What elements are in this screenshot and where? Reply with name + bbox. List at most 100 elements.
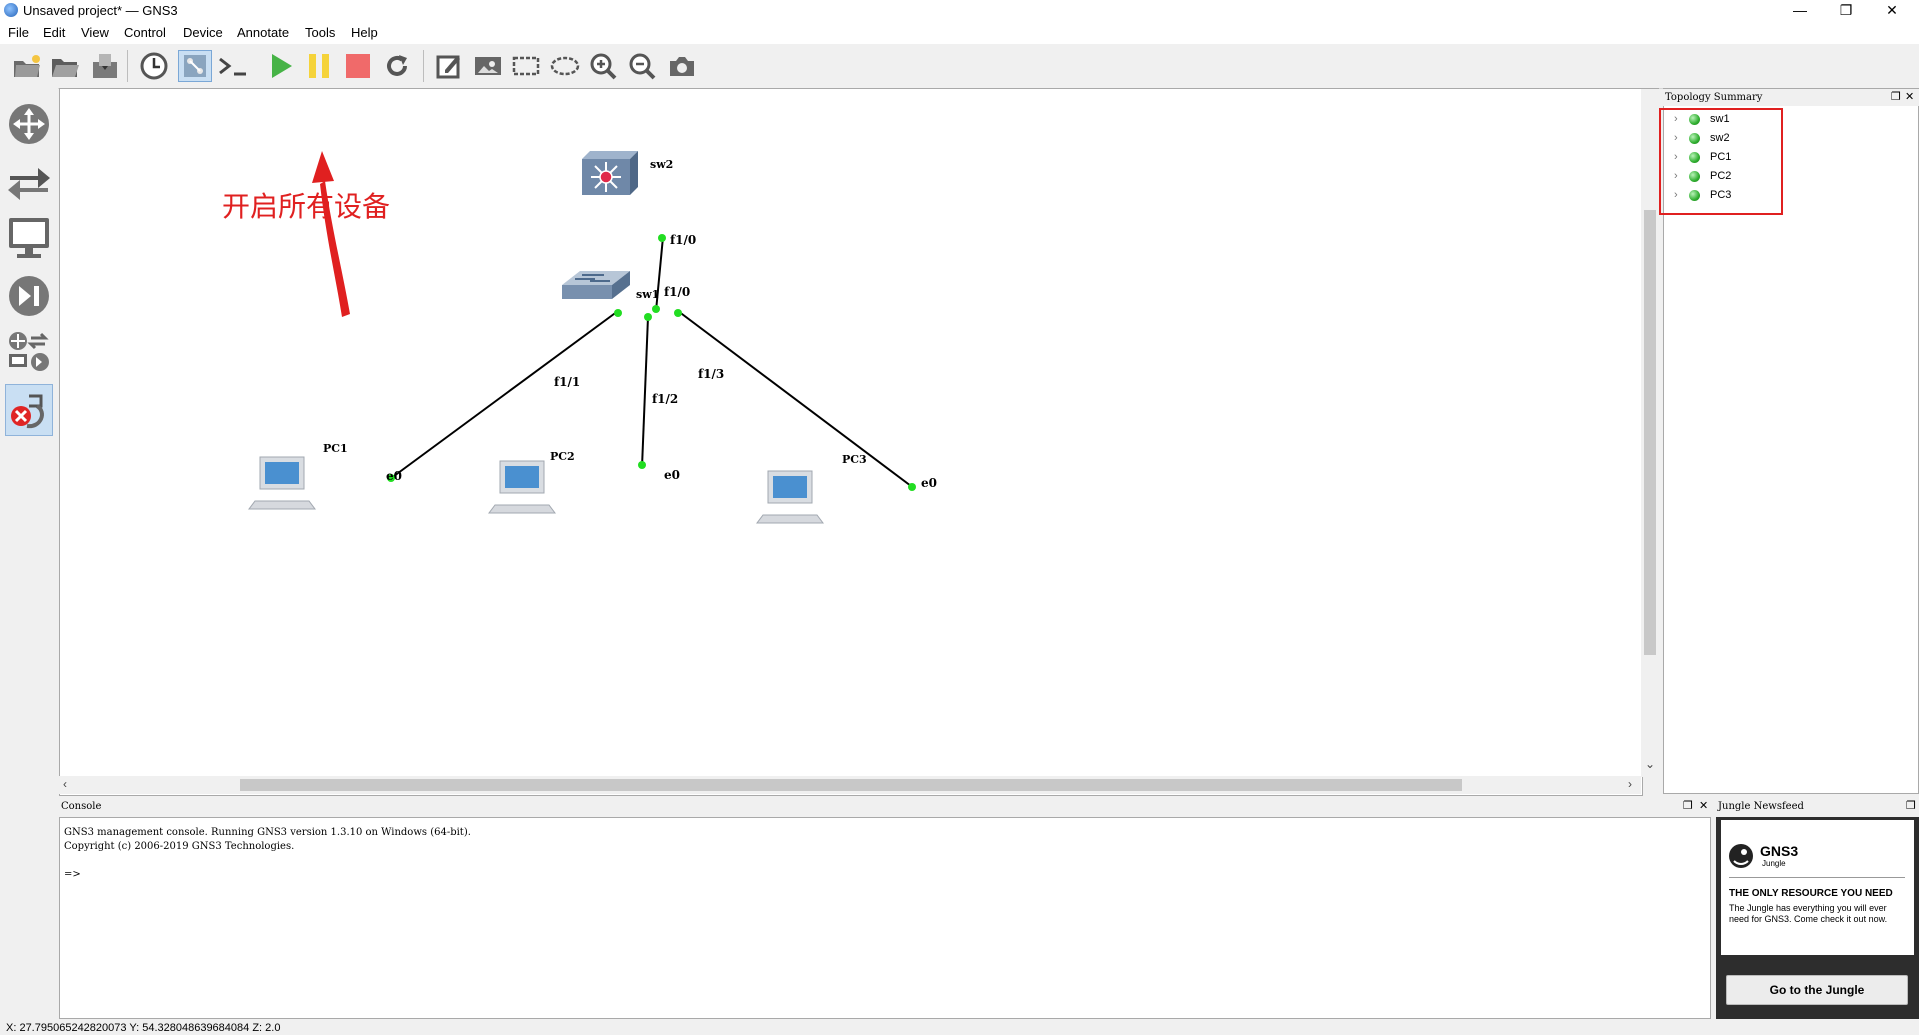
jungle-title: Jungle Newsfeed: [1718, 801, 1804, 812]
cancel-link-icon: [11, 394, 44, 429]
pc3-port-e0-label: e0: [921, 476, 937, 490]
menu-control[interactable]: Control: [124, 25, 166, 40]
sw2-node[interactable]: [582, 151, 638, 195]
security-devices-category-button[interactable]: [5, 270, 53, 322]
ellipse-icon: [550, 56, 580, 76]
save-project-button[interactable]: [88, 50, 122, 82]
console-line: GNS3 management console. Running GNS3 ve…: [64, 827, 471, 838]
insert-picture-button[interactable]: [471, 50, 505, 82]
cursor-coordinates: X: 27.795065242820073 Y: 54.328048639684…: [6, 1022, 281, 1034]
all-devices-category-button[interactable]: [5, 326, 53, 378]
menu-edit[interactable]: Edit: [43, 25, 65, 40]
open-project-button[interactable]: [48, 50, 82, 82]
sw1-port-f1-3-label: f1/3: [698, 367, 725, 381]
highlight-box: [1659, 108, 1783, 215]
port-dot: [658, 234, 666, 242]
stop-all-button[interactable]: [341, 50, 375, 82]
pc3-node[interactable]: [756, 470, 824, 524]
save-icon: [93, 54, 117, 78]
pc1-port-e0-label: e0: [386, 469, 402, 483]
menu-help[interactable]: Help: [351, 25, 378, 40]
close-panel-icon[interactable]: ✕: [1699, 799, 1708, 812]
pause-icon: [309, 54, 329, 78]
zoom-out-icon: [629, 53, 656, 80]
start-all-button[interactable]: [264, 50, 298, 82]
vertical-scroll-thumb[interactable]: [1644, 210, 1656, 655]
stop-icon: [346, 54, 370, 78]
router-icon: [9, 104, 49, 144]
sw1-port-f1-1-label: f1/1: [554, 375, 581, 389]
zoom-out-button[interactable]: [625, 50, 659, 82]
status-bar: X: 27.795065242820073 Y: 54.328048639684…: [0, 1021, 1919, 1035]
draw-ellipse-button[interactable]: [548, 50, 582, 82]
port-dot: [638, 461, 646, 469]
float-panel-icon[interactable]: ❐: [1906, 799, 1916, 812]
pc2-node[interactable]: [488, 460, 556, 514]
horizontal-scroll-thumb[interactable]: [240, 779, 1462, 791]
scroll-left-arrow-icon[interactable]: ‹: [63, 777, 67, 791]
jungle-header: Jungle Newsfeed ❐: [1716, 798, 1919, 816]
topology-canvas[interactable]: sw2 sw1 PC1 PC2 PC3 f1/0 f1/0 f1/1 f1/2 …: [59, 88, 1643, 796]
gns3-chameleon-icon: [1729, 844, 1753, 868]
new-project-button[interactable]: [10, 50, 44, 82]
end-devices-category-button[interactable]: [5, 212, 53, 264]
menu-tools[interactable]: Tools: [305, 25, 335, 40]
device-dock: [0, 88, 58, 1023]
draw-rectangle-button[interactable]: [509, 50, 543, 82]
new-folder-icon: [14, 55, 40, 77]
link-sw1-pc1[interactable]: [389, 310, 619, 480]
camera-icon: [670, 57, 694, 76]
link-sw1-pc2[interactable]: [641, 316, 649, 468]
add-link-button[interactable]: [5, 384, 53, 436]
pc1-node[interactable]: [248, 456, 316, 510]
reload-icon: [387, 55, 407, 76]
port-dot: [652, 305, 660, 313]
clock-icon: [140, 52, 168, 80]
snapshot-history-button[interactable]: [137, 50, 171, 82]
title-bar: Unsaved project* — GNS3 — ❐ ✕: [0, 0, 1919, 22]
go-to-jungle-button[interactable]: Go to the Jungle: [1726, 975, 1908, 1005]
scroll-right-arrow-icon[interactable]: ›: [1628, 777, 1632, 791]
close-button[interactable]: ✕: [1869, 0, 1915, 22]
screenshot-button[interactable]: [665, 50, 699, 82]
port-indicators: [387, 234, 916, 491]
sw2-port-f1-0-label: f1/0: [670, 233, 697, 247]
show-interface-labels-button[interactable]: [178, 50, 212, 82]
sw1-node[interactable]: [562, 271, 630, 299]
interface-labels-icon: [184, 55, 206, 77]
float-panel-icon[interactable]: ❐: [1891, 90, 1901, 103]
minimize-button[interactable]: —: [1777, 0, 1823, 22]
port-dot: [908, 483, 916, 491]
menu-file[interactable]: File: [8, 25, 29, 40]
float-panel-icon[interactable]: ❐: [1683, 799, 1693, 812]
jungle-heading: THE ONLY RESOURCE YOU NEED: [1729, 888, 1893, 899]
window-title: Unsaved project* — GNS3: [23, 3, 178, 18]
reload-all-button[interactable]: [380, 50, 414, 82]
port-dot: [614, 309, 622, 317]
maximize-button[interactable]: ❐: [1823, 0, 1869, 22]
menu-annotate[interactable]: Annotate: [237, 25, 289, 40]
close-panel-icon[interactable]: ✕: [1905, 90, 1914, 103]
scroll-down-arrow-icon[interactable]: ⌄: [1645, 757, 1655, 771]
link-sw1-pc3[interactable]: [677, 310, 916, 490]
monitor-icon: [9, 218, 49, 258]
menu-device[interactable]: Device: [183, 25, 223, 40]
topology-summary-header: Topology Summary ❐ ✕: [1663, 89, 1919, 106]
console-prompt: =>: [64, 869, 81, 880]
play-icon: [272, 54, 292, 78]
console-output[interactable]: GNS3 management console. Running GNS3 ve…: [59, 817, 1711, 1019]
all-devices-icon: [9, 332, 49, 371]
menu-view[interactable]: View: [81, 25, 109, 40]
port-dot: [674, 309, 682, 317]
sw1-port-f1-2-label: f1/2: [652, 392, 679, 406]
add-note-button[interactable]: [432, 50, 466, 82]
edit-note-icon: [436, 55, 460, 79]
zoom-in-button[interactable]: [586, 50, 620, 82]
switches-category-button[interactable]: [5, 156, 53, 208]
annotation-arrow: [312, 151, 350, 317]
routers-category-button[interactable]: [5, 98, 53, 150]
pc3-label: PC3: [842, 453, 867, 466]
suspend-all-button[interactable]: [302, 50, 336, 82]
console-all-button[interactable]: [216, 50, 250, 82]
